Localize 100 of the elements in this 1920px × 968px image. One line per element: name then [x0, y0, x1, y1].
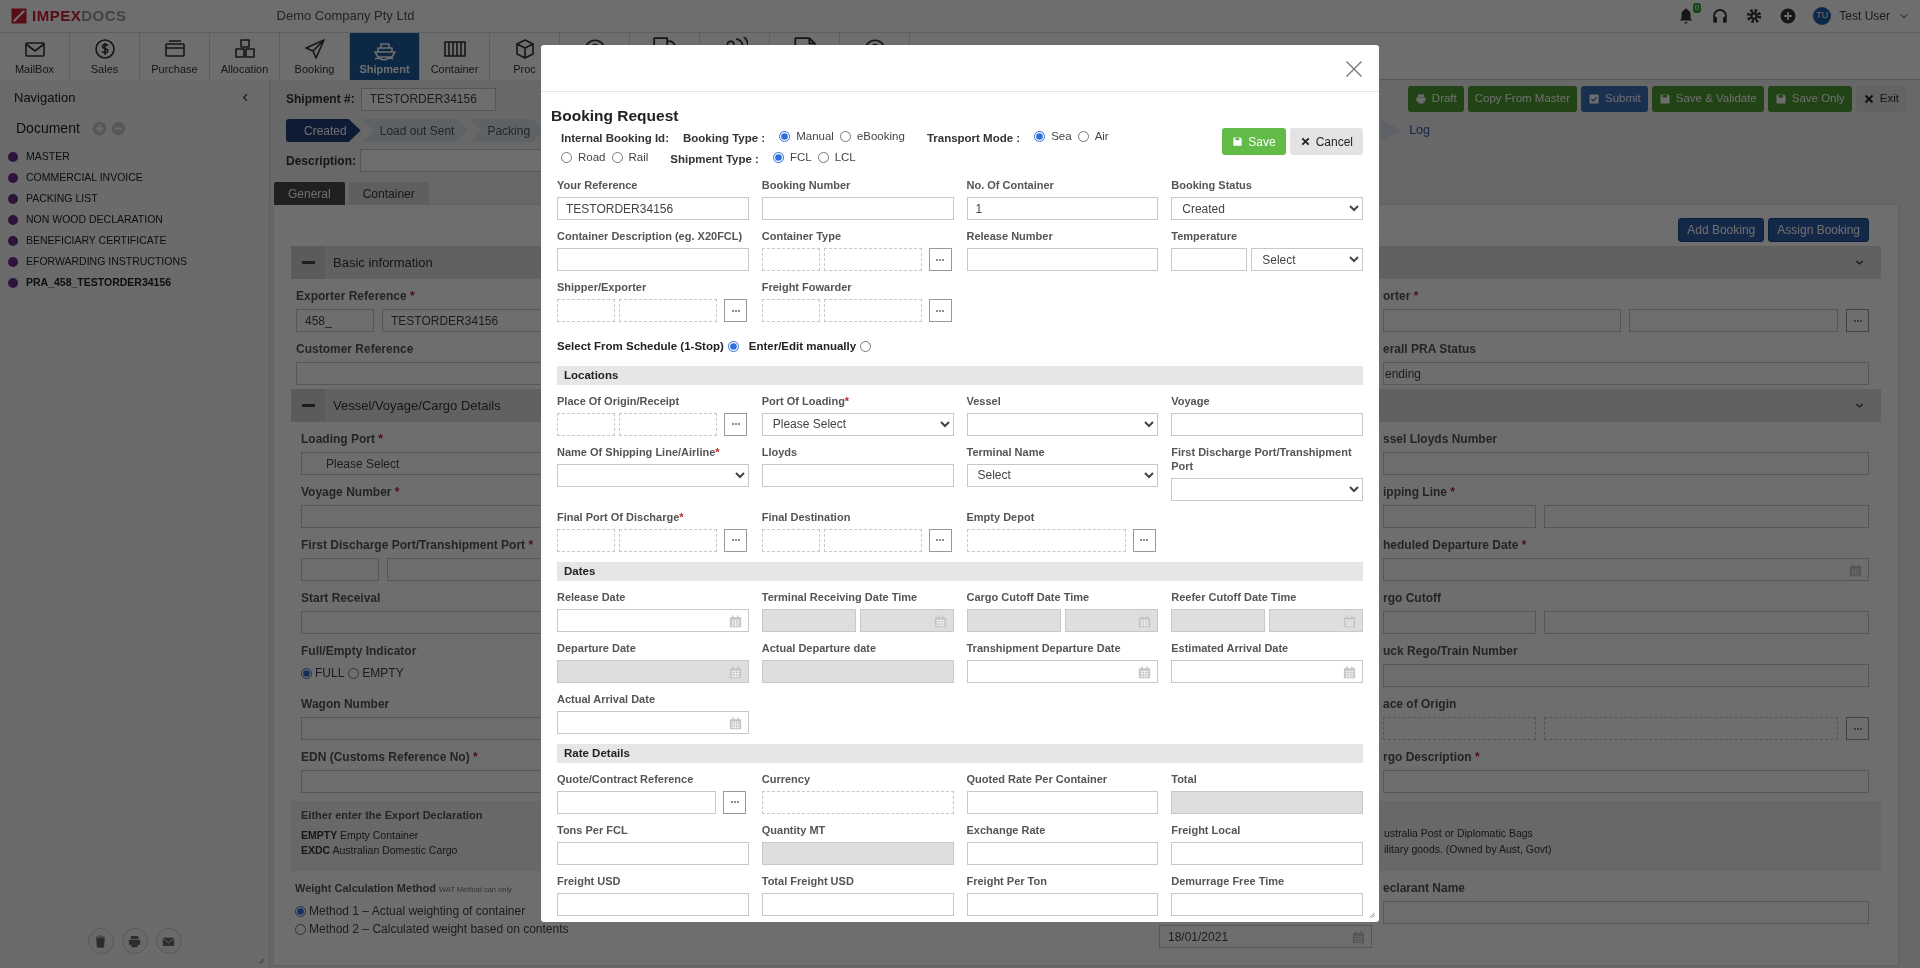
field-label: rgo Cutoff — [1383, 591, 1441, 606]
toolbar-button[interactable]: Allocation — [210, 33, 280, 80]
booking-button[interactable]: Add Booking — [1678, 218, 1765, 242]
radio-label: Select From Schedule (1-Stop) — [557, 339, 724, 355]
document-link[interactable]: COMMERCIAL INVOICE — [26, 170, 143, 186]
toolbar-button[interactable]: Purchase — [140, 33, 210, 80]
progress-step[interactable]: Load out Sent — [361, 119, 469, 142]
field-label: Description: — [286, 152, 356, 170]
toolbar-button[interactable]: Container — [420, 33, 490, 80]
field-label: Port Of Loading* — [761, 393, 851, 408]
field-label: Final Destination — [761, 509, 852, 524]
navigation-title: Navigation — [14, 89, 76, 107]
field-label: Demurrage Free Time — [1171, 873, 1286, 888]
shipment-number-field[interactable]: TESTORDER34156 — [360, 87, 496, 111]
action-button[interactable]: Submit — [1581, 86, 1648, 112]
booking-button[interactable]: Assign Booking — [1768, 218, 1869, 242]
field-label: Freight Per Ton — [966, 873, 1048, 888]
tab[interactable]: General — [274, 182, 345, 205]
field-label: Lloyds — [761, 444, 799, 459]
text-field[interactable]: ending — [1383, 362, 1869, 385]
radio-label: Method 1 – Actual weighting of container — [309, 903, 526, 920]
field-label: Exporter Reference * — [296, 289, 415, 304]
field-label: Exchange Rate — [966, 822, 1047, 837]
field-label: Transhipment Departure Date — [966, 640, 1122, 655]
dialog-title: Booking Request — [551, 106, 680, 126]
tab[interactable]: Container — [348, 182, 429, 205]
field-label: Quote/Contract Reference — [557, 771, 695, 786]
document-link[interactable]: MASTER — [26, 149, 70, 165]
section-heading: Rate Details — [557, 743, 1363, 763]
field-label: Actual Departure date — [761, 640, 878, 655]
progress-step[interactable]: Created — [286, 119, 361, 142]
field-label: Your Reference — [557, 178, 639, 193]
action-button[interactable]: Save & Validate — [1651, 86, 1764, 112]
radio-label: EMPTY — [362, 665, 404, 682]
field-label: uck Rego/Train Number — [1383, 644, 1518, 659]
radio-label: Manual — [796, 129, 834, 145]
radio-label: Method 2 – Calculated weight based on contents — [309, 921, 569, 938]
field-label: Terminal Name — [966, 444, 1046, 459]
field-label: Loading Port * — [301, 432, 383, 447]
field-label: Transport Mode : — [926, 131, 1021, 147]
step-link[interactable]: Log — [1409, 121, 1430, 140]
field-label: Internal Booking Id: — [561, 131, 669, 147]
field-label: Terminal Receiving Date Time — [761, 589, 919, 604]
field-label: orter * — [1383, 289, 1419, 304]
document-link[interactable]: BENEFICIARY CERTIFICATE — [26, 233, 167, 249]
radio-label: Sea — [1051, 129, 1072, 145]
note-line: EXDC Australian Domestic Cargo — [301, 843, 458, 859]
cancel-button[interactable]: Cancel — [1289, 128, 1363, 155]
select-field[interactable]: Please Select — [761, 412, 954, 436]
field-label: Currency — [761, 771, 812, 786]
field-label: Total — [1171, 771, 1198, 786]
field-label: Vessel — [966, 393, 1002, 408]
section-heading: Dates — [557, 561, 1363, 581]
field-label: Voyage Number * — [301, 485, 400, 500]
field-label: Temperature — [1171, 229, 1239, 244]
field-label: Departure Date — [557, 640, 637, 655]
section-title: Document — [16, 118, 80, 138]
document-link[interactable]: EFORWARDING INSTRUCTIONS — [26, 254, 187, 270]
action-button[interactable]: Draft — [1407, 86, 1464, 112]
toolbar-button[interactable]: Shipment — [350, 33, 420, 80]
radio-label: eBooking — [856, 129, 905, 145]
document-link[interactable]: PRA_458_TESTORDER34156 — [26, 275, 172, 291]
note-line: ustralia Post or Diplomatic Bags — [1384, 826, 1533, 841]
user-name[interactable]: Test User — [1839, 7, 1890, 25]
field-label: Freight Local — [1171, 822, 1242, 837]
toolbar-button[interactable]: MailBox — [0, 33, 70, 80]
select-field[interactable]: Select — [1251, 248, 1363, 272]
notes-heading: Either enter the Export Declaration — [301, 808, 483, 823]
toolbar-button[interactable]: Booking — [280, 33, 350, 80]
field-label: Customer Reference — [296, 342, 414, 357]
action-button[interactable]: Copy From Master — [1467, 86, 1577, 112]
toolbar-button[interactable]: Sales — [70, 33, 140, 80]
action-button[interactable]: Save Only — [1767, 86, 1852, 112]
save-button[interactable]: Save — [1222, 128, 1286, 155]
document-link[interactable]: PACKING LIST — [26, 191, 98, 207]
field-label: Voyage — [1171, 393, 1211, 408]
field-label: Container Type — [761, 229, 842, 244]
radio-label: Road — [578, 150, 606, 166]
field-label: Quantity MT — [761, 822, 827, 837]
field-label: Full/Empty Indicator — [301, 644, 417, 659]
note-line: EMPTY Empty Container — [301, 827, 419, 843]
action-button[interactable]: Exit — [1855, 86, 1906, 112]
field-label: eclarant Name — [1383, 881, 1466, 896]
date-field[interactable]: 18/01/2021 — [1159, 925, 1372, 948]
select-field[interactable]: Select — [966, 463, 1159, 487]
field-label: Container Description (eg. X20FCL) — [557, 229, 744, 244]
radio-label: FULL — [315, 665, 345, 682]
text-field[interactable]: TESTORDER34156 — [557, 197, 749, 221]
document-link[interactable]: NON WOOD DECLARATION — [26, 212, 163, 228]
text-field[interactable]: 458_ — [296, 309, 374, 332]
section-heading: Locations — [557, 365, 1363, 385]
text-field[interactable]: 1 — [966, 197, 1159, 221]
field-label: Empty Depot — [966, 509, 1036, 524]
user-avatar[interactable]: TU — [1813, 7, 1832, 25]
field-label: Booking Number — [761, 178, 852, 193]
field-label: Wagon Number — [301, 697, 390, 712]
field-label: Reefer Cutoff Date Time — [1171, 589, 1298, 604]
select-field[interactable]: Created — [1171, 197, 1363, 221]
field-label: Name Of Shipping Line/Airline* — [557, 444, 721, 459]
notification-badge: 0 — [1692, 3, 1702, 13]
